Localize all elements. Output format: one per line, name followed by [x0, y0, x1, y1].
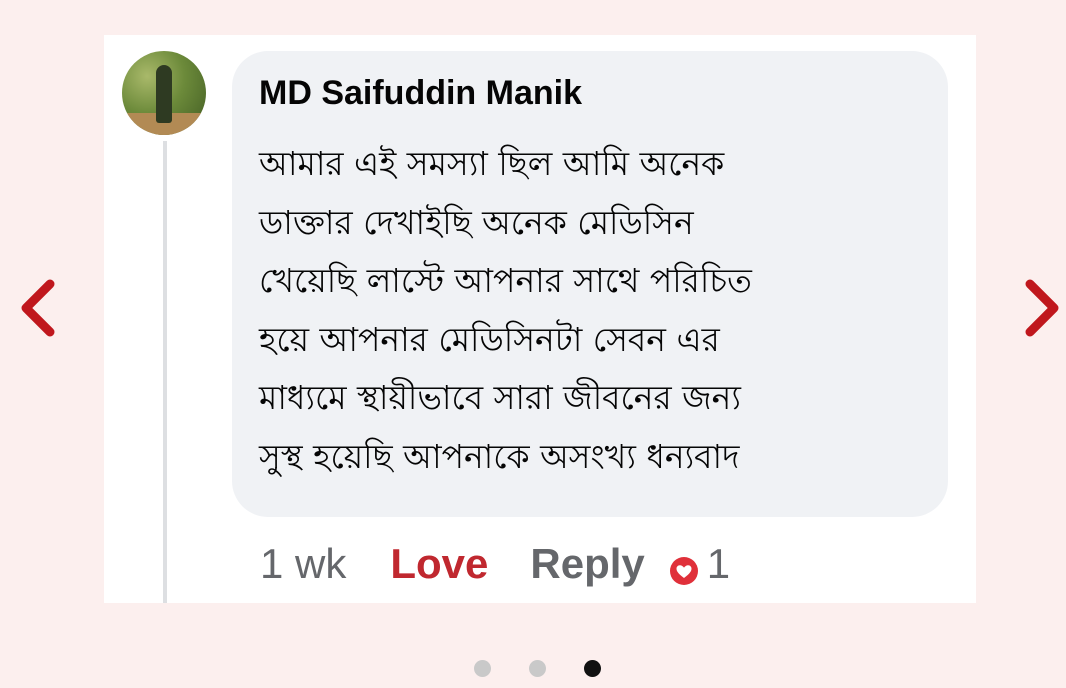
love-button[interactable]: Love: [390, 540, 488, 588]
next-slide-button[interactable]: [1014, 276, 1066, 340]
comment-text: আমার এই সমস্যা ছিল আমি অনেক ডাক্তার দেখা…: [259, 135, 929, 486]
comment-text-line: আমার এই সমস্যা ছিল আমি অনেক: [259, 144, 725, 183]
comment-text-line: মাধ্যমে স্থায়ীভাবে সারা জীবনের জন্য: [259, 378, 741, 417]
comment-text-line: খেয়েছি লাস্টে আপনার সাথে পরিচিত: [259, 261, 752, 300]
comment-text-line: হয়ে আপনার মেডিসিনটা সেবন এর: [259, 319, 720, 359]
pagination-dot[interactable]: [529, 659, 546, 677]
chevron-left-icon: [21, 279, 55, 337]
previous-slide-button[interactable]: [10, 276, 66, 340]
pagination-dot-active[interactable]: [584, 659, 601, 677]
thread-line: [163, 141, 167, 603]
reaction-badge[interactable]: [666, 554, 701, 588]
reply-button[interactable]: Reply: [530, 540, 644, 588]
comment-author[interactable]: MD Saifuddin Manik: [259, 74, 582, 113]
carousel-stage: MD Saifuddin Manik আমার এই সমস্যা ছিল আম…: [0, 0, 1066, 688]
comment-text-line: ডাক্তার দেখাইছি অনেক মেডিসিন: [259, 202, 694, 242]
heart-icon: [669, 557, 698, 585]
comment-timestamp[interactable]: 1 wk: [260, 540, 346, 588]
carousel-pagination: [474, 658, 601, 678]
avatar[interactable]: [122, 51, 206, 135]
comment-card: MD Saifuddin Manik আমার এই সমস্যা ছিল আম…: [104, 35, 976, 603]
avatar-figure: [156, 65, 172, 123]
comment-text-line: সুস্থ হয়েছি আপনাকে অসংখ্য ধন্যবাদ: [259, 436, 740, 476]
reaction-count[interactable]: 1: [707, 540, 730, 588]
chevron-right-icon: [1025, 279, 1059, 337]
comment-actions: 1 wk Love Reply 1: [260, 538, 730, 590]
comment-bubble: MD Saifuddin Manik আমার এই সমস্যা ছিল আম…: [232, 51, 948, 517]
pagination-dot[interactable]: [474, 659, 491, 677]
